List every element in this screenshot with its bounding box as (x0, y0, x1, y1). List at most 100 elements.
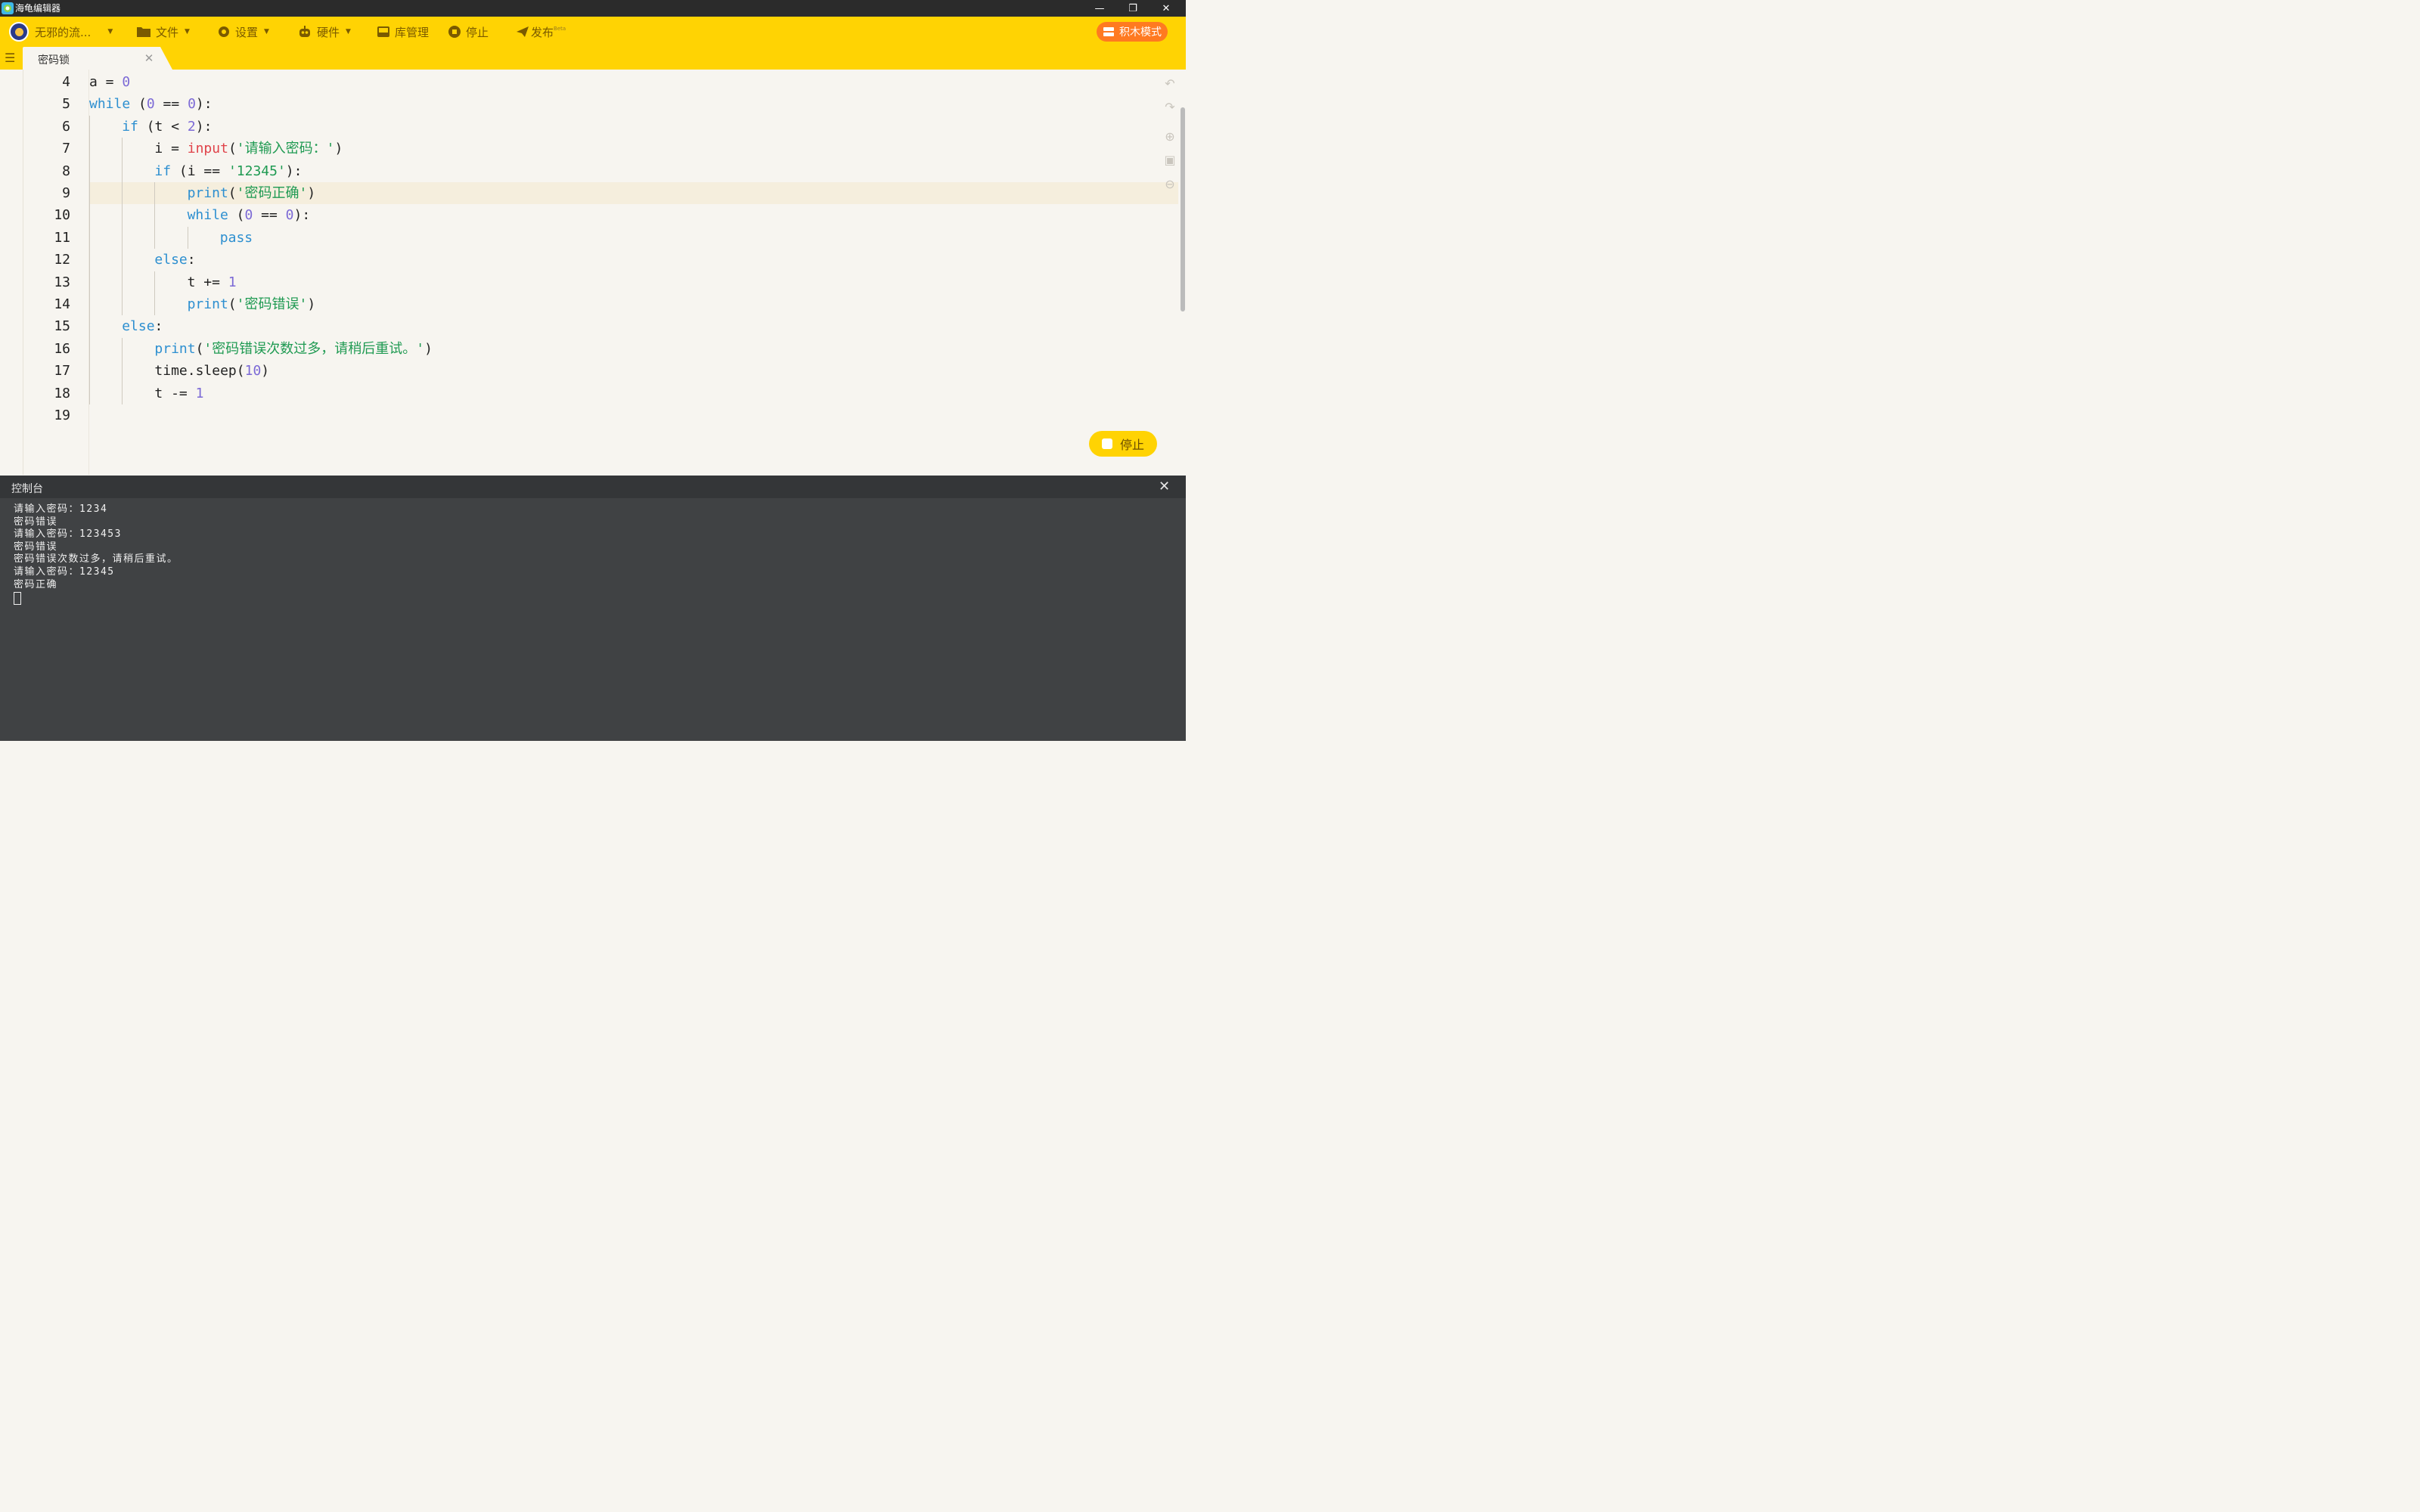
code-token: '12345' (228, 163, 286, 179)
tab-password-lock[interactable]: 密码锁 ✕ (23, 47, 172, 70)
code-token: else (154, 252, 188, 268)
code-token: (t < (138, 118, 188, 135)
app-logo-icon (2, 2, 14, 14)
code-token: ) (307, 185, 316, 201)
editor-scrollbar[interactable] (1181, 107, 1185, 311)
code-token: ( (195, 340, 204, 357)
undo-icon[interactable]: ↶ (1163, 77, 1177, 91)
code-token: ): (285, 163, 302, 179)
avatar (9, 22, 29, 42)
console-line: 请输入密码：123453 (14, 528, 122, 541)
line-number: 5 (62, 96, 70, 113)
publish-button[interactable]: 发布 Beta (516, 17, 566, 47)
file-menu[interactable]: 文件 ▼ (136, 17, 190, 47)
line-number: 18 (54, 385, 70, 401)
code-line[interactable]: while (0 == 0): (89, 93, 1178, 115)
code-token: while (89, 96, 131, 113)
reset-zoom-icon[interactable]: ▣ (1163, 153, 1177, 167)
code-token: 1 (195, 385, 204, 401)
indent-guide (122, 138, 123, 316)
code-token: 10 (244, 363, 262, 380)
code-token: t -= (154, 385, 196, 401)
sidebar-toggle-icon[interactable]: ☰ (5, 51, 18, 65)
stop-circle-icon (448, 26, 461, 38)
code-line[interactable] (89, 404, 1178, 426)
code-line[interactable]: i = input('请输入密码：') (89, 138, 1178, 160)
indent-guide (122, 337, 123, 404)
maximize-button[interactable]: ❐ (1116, 0, 1150, 17)
code-line[interactable]: else: (89, 315, 1178, 337)
library-button[interactable]: 库管理 (377, 17, 429, 47)
code-token: ( (228, 296, 237, 312)
code-token: i = (154, 141, 188, 157)
code-editor[interactable]: a = 0 while (0 == 0): if (t < 2): i = input… (89, 70, 1178, 475)
left-strip (0, 70, 23, 475)
line-number: 6 (62, 118, 70, 135)
code-token: if (154, 163, 172, 179)
code-token: ): (195, 118, 213, 135)
chevron-down-icon: ▼ (185, 28, 190, 36)
settings-menu-label: 设置 (235, 25, 259, 39)
line-number: 10 (54, 207, 70, 224)
library-button-label: 库管理 (395, 25, 430, 39)
line-number-gutter: 4 5 6 7 8 9 10 11 12 13 14 15 16 17 18 19 (23, 70, 89, 475)
folder-icon (137, 27, 150, 37)
console-output[interactable]: 请输入密码：1234 密码错误 请输入密码：123453 密码错误 密码错误次数过多，请… (0, 498, 1186, 741)
code-line[interactable]: print('密码错误') (89, 293, 1178, 315)
settings-menu[interactable]: 设置 ▼ (217, 17, 269, 47)
hardware-menu[interactable]: 硬件 ▼ (297, 17, 351, 47)
close-window-button[interactable]: ✕ (1150, 0, 1183, 17)
code-token: while (187, 207, 228, 224)
file-menu-label: 文件 (156, 25, 179, 39)
code-token: print (187, 185, 228, 201)
block-mode-button[interactable]: 积木模式 (1097, 22, 1168, 42)
code-token: else (122, 318, 155, 335)
code-line[interactable]: print('密码错误次数过多，请稍后重试。') (89, 338, 1178, 360)
paper-plane-icon (517, 26, 529, 37)
user-name: 无邪的流... (35, 25, 92, 39)
stop-button[interactable]: 停止 (448, 17, 489, 47)
redo-icon[interactable]: ↷ (1163, 101, 1177, 114)
zoom-out-icon[interactable]: ⊖ (1163, 178, 1177, 191)
code-line[interactable]: else: (89, 249, 1178, 271)
code-line[interactable]: if (t < 2): (89, 116, 1178, 138)
code-token: ): (195, 96, 213, 113)
code-line[interactable]: print('密码正确') (89, 182, 1178, 205)
close-icon[interactable]: ✕ (144, 51, 154, 65)
code-line[interactable]: time.sleep(10) (89, 360, 1178, 382)
zoom-in-icon[interactable]: ⊕ (1163, 130, 1177, 144)
code-line[interactable]: t += 1 (89, 271, 1178, 293)
line-number: 16 (54, 340, 70, 357)
minimize-icon: — (1094, 2, 1105, 14)
code-token: ) (261, 363, 270, 380)
code-line[interactable]: while (0 == 0): (89, 204, 1178, 226)
code-token: 2 (187, 118, 196, 135)
floating-stop-button[interactable]: 停止 (1089, 431, 1157, 457)
minimize-button[interactable]: — (1083, 0, 1116, 17)
code-token: '密码正确' (236, 185, 308, 201)
line-number: 13 (54, 274, 70, 290)
close-console-icon[interactable]: ✕ (1159, 479, 1170, 494)
code-line[interactable]: a = 0 (89, 71, 1178, 93)
chevron-down-icon: ▼ (107, 28, 113, 36)
chevron-down-icon: ▼ (264, 28, 269, 36)
indent-guide (154, 182, 156, 249)
code-token: t += (187, 274, 228, 290)
floating-stop-label: 停止 (1119, 438, 1144, 452)
code-line[interactable]: pass (89, 227, 1178, 249)
line-number: 4 (62, 74, 70, 90)
code-token: '密码错误' (236, 296, 308, 312)
code-token: 0 (188, 96, 196, 113)
title-bar: 海龟编辑器 — ❐ ✕ (0, 0, 1186, 17)
user-menu[interactable]: 无邪的流... ▼ (9, 17, 113, 47)
console-line: 密码错误次数过多，请稍后重试。 (14, 553, 178, 565)
console-line: 请输入密码：1234 (14, 503, 108, 515)
line-number: 17 (54, 363, 70, 380)
block-mode-label: 积木模式 (1119, 26, 1162, 39)
code-line[interactable]: if (i == '12345'): (89, 160, 1178, 182)
tab-label: 密码锁 (38, 54, 70, 67)
line-number: 14 (54, 296, 70, 312)
line-number: 7 (62, 141, 70, 157)
line-number: 12 (54, 252, 70, 268)
code-line[interactable]: t -= 1 (89, 383, 1178, 404)
